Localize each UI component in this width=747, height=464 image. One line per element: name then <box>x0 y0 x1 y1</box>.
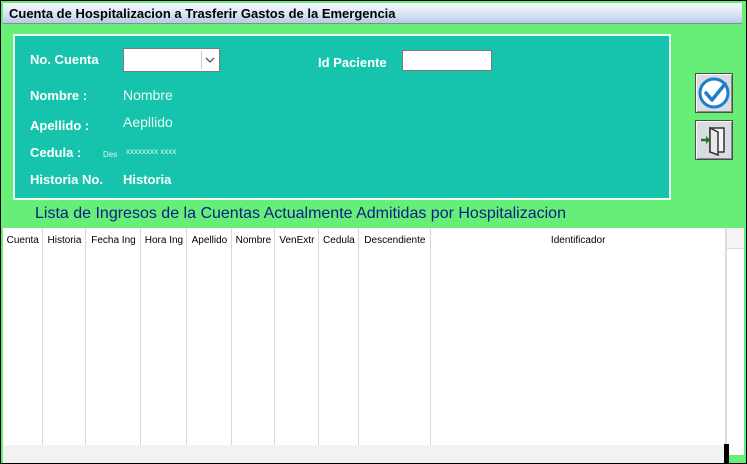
horizontal-scrollbar[interactable] <box>3 445 726 463</box>
apellido-value: Aepllido <box>123 114 173 130</box>
accept-button[interactable] <box>695 73 733 113</box>
main-window: Cuenta de Hospitalizacion a Trasferir Ga… <box>0 0 747 464</box>
cedula-prefix: Des <box>103 150 118 159</box>
exit-door-icon <box>701 126 725 157</box>
no-cuenta-combo[interactable] <box>123 48 220 72</box>
admissions-grid[interactable]: Cuenta Historia Fecha Ing Hora Ing Apell… <box>3 228 726 445</box>
id-paciente-label: Id Paciente <box>318 55 387 70</box>
id-paciente-input[interactable] <box>402 50 492 71</box>
col-header-identificador[interactable]: Identificador <box>430 228 726 252</box>
col-header-historia[interactable]: Historia <box>42 228 87 252</box>
vertical-scrollbar[interactable] <box>726 228 744 455</box>
cedula-mask: xxxxxxxx xxxx <box>126 147 177 156</box>
historia-value: Historia <box>123 172 172 187</box>
col-header-nombre[interactable]: Nombre <box>231 228 276 252</box>
chevron-down-icon[interactable] <box>201 51 218 69</box>
col-header-hora-ing[interactable]: Hora Ing <box>140 228 188 252</box>
col-header-descendiente[interactable]: Descendiente <box>358 228 432 252</box>
no-cuenta-label: No. Cuenta <box>30 52 99 67</box>
list-caption: Lista de Ingresos de la Cuentas Actualme… <box>35 205 566 222</box>
scroll-thumb[interactable] <box>727 228 744 249</box>
check-circle-icon <box>698 77 730 109</box>
title-bar: Cuenta de Hospitalizacion a Trasferir Ga… <box>3 3 742 24</box>
col-header-apellido[interactable]: Apellido <box>186 228 233 252</box>
nombre-value: Nombre <box>123 87 173 103</box>
patient-info-panel: No. Cuenta Id Paciente Nombre : Nombre A… <box>13 34 671 200</box>
window-title: Cuenta de Hospitalizacion a Trasferir Ga… <box>9 6 396 21</box>
historia-label: Historia No. <box>30 172 103 187</box>
apellido-label: Apellido : <box>30 118 90 133</box>
col-header-fecha-ing[interactable]: Fecha Ing <box>85 228 142 252</box>
cedula-label: Cedula : <box>30 145 82 160</box>
grid-header: Cuenta Historia Fecha Ing Hora Ing Apell… <box>3 228 726 252</box>
exit-button[interactable] <box>695 120 733 160</box>
col-header-cuenta[interactable]: Cuenta <box>3 228 44 252</box>
grid-empty-body <box>3 252 726 445</box>
scroll-corner <box>724 444 729 463</box>
nombre-label: Nombre : <box>30 88 88 103</box>
col-header-cedula[interactable]: Cedula <box>318 228 360 252</box>
col-header-venextr[interactable]: VenExtr <box>274 228 320 252</box>
